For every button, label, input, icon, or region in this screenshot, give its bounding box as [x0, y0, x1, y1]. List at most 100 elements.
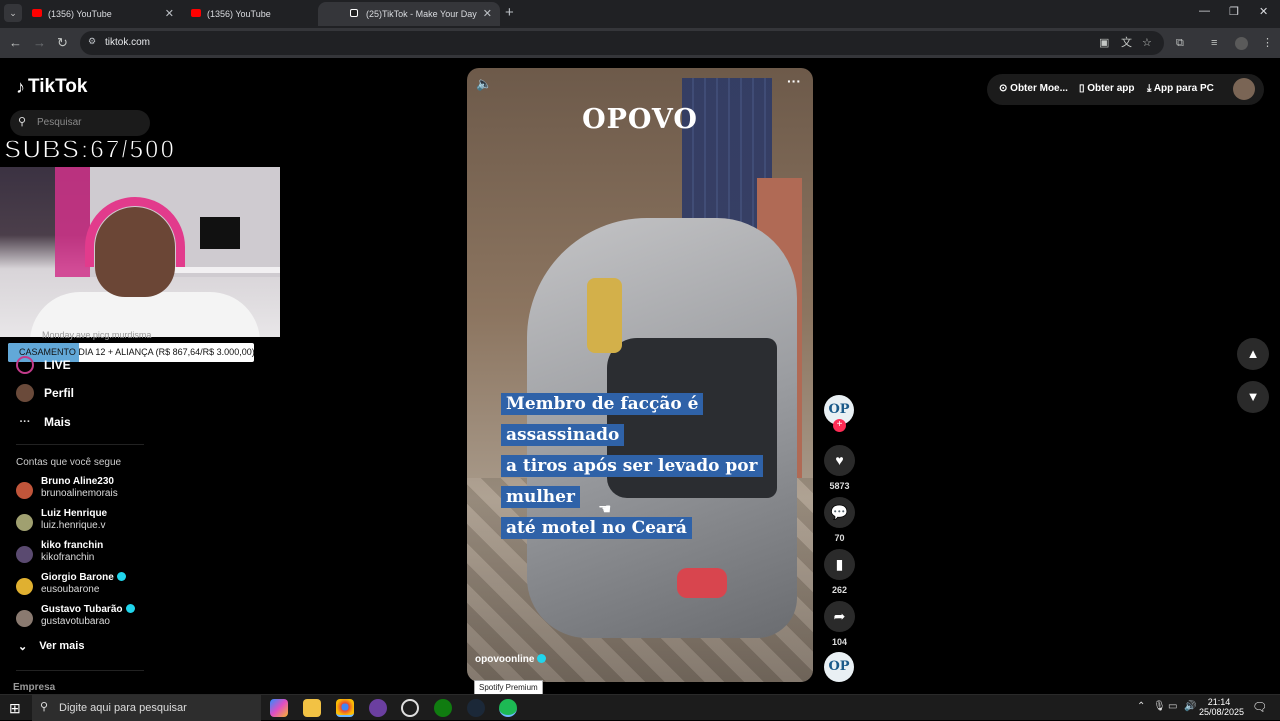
volume-icon[interactable]: 🔊 — [1184, 701, 1196, 712]
nav-label: LIVE — [44, 358, 71, 372]
bookmark-star-icon[interactable]: ☆ — [1142, 35, 1152, 51]
taskbar-clock[interactable]: 21:14 25/08/2025 — [1199, 697, 1244, 717]
site-info-icon[interactable]: ⚙ — [88, 36, 96, 47]
following-account[interactable]: Bruno Aline230 brunoalinemorais — [16, 476, 118, 500]
get-coins-button[interactable]: ⊙ Obter Moe... — [999, 83, 1068, 94]
hand-cursor-icon: ☚ — [598, 501, 612, 518]
close-icon[interactable]: ✕ — [483, 7, 492, 20]
browser-toolbar: ← → ↻ ⚙ tiktok.com ▣ 文 ☆ ⧉ ≡ ⋮ — [0, 28, 1280, 58]
close-window-icon[interactable]: ✕ — [1259, 5, 1268, 18]
translate-icon[interactable]: 文 — [1121, 35, 1132, 51]
search-placeholder: Pesquisar — [37, 117, 82, 128]
media-app-icon[interactable] — [401, 699, 419, 717]
chevron-up-icon[interactable]: ▲ — [1237, 338, 1269, 370]
obs-icon[interactable] — [369, 699, 387, 717]
headline-line: Membro de facção é assassinado — [501, 393, 704, 446]
file-explorer-icon[interactable] — [303, 699, 321, 717]
following-account[interactable]: Gustavo Tubarão gustavotubarao — [16, 604, 135, 628]
account-handle: luiz.henrique.v — [41, 520, 106, 531]
get-app-button[interactable]: ▯ Obter app — [1079, 83, 1135, 94]
verified-badge-icon — [116, 572, 126, 581]
youtube-icon — [32, 9, 42, 17]
pc-app-button[interactable]: ⤓ App para PC — [1147, 83, 1214, 94]
video-author[interactable]: opovoonline — [475, 654, 547, 665]
extensions-icon[interactable]: ⧉ — [1176, 35, 1184, 51]
steam-icon[interactable] — [467, 699, 485, 717]
windows-start-icon[interactable]: ⊞ — [9, 700, 21, 716]
account-handle: eusoubarone — [41, 584, 100, 595]
back-icon[interactable]: ← — [9, 35, 22, 51]
save-count: 262 — [831, 585, 848, 595]
notification-icon[interactable]: 🗨 — [1252, 700, 1267, 714]
headline-line: a tiros após ser levado por mulher — [501, 455, 763, 508]
like-count: 5873 — [829, 481, 850, 491]
browser-menu-icon[interactable]: ⋮ — [1262, 35, 1273, 51]
see-more-label: Ver mais — [39, 640, 85, 652]
get-coins-label: Obter Moe... — [1010, 83, 1068, 94]
following-account[interactable]: kiko franchin kikofranchin — [16, 540, 103, 564]
avatar — [16, 578, 33, 595]
comment-count: 70 — [834, 533, 845, 543]
tiktok-logo[interactable]: ♪ TikTok — [16, 76, 87, 98]
headline-line: até motel no Ceará — [501, 517, 692, 539]
reload-icon[interactable]: ↻ — [57, 35, 68, 51]
install-app-icon[interactable]: ▣ — [1099, 35, 1109, 51]
spotify-icon[interactable] — [499, 699, 517, 717]
video-player[interactable]: OPOVO Membro de facção é assassinado a t… — [467, 68, 813, 682]
company-link[interactable]: Empresa — [13, 682, 55, 693]
tiktok-page: ♪ TikTok ⚲ Pesquisar SUBS:67/500 Monday.… — [0, 58, 1280, 694]
get-app-label: Obter app — [1087, 83, 1135, 94]
taskbar-search-input[interactable]: ⚲ Digite aqui para pesquisar — [32, 695, 261, 721]
address-bar[interactable]: ⚙ tiktok.com — [80, 31, 1164, 55]
following-account[interactable]: Giorgio Barone eusoubarone — [16, 572, 126, 596]
minimize-icon[interactable]: — — [1199, 5, 1210, 17]
chrome-icon[interactable] — [336, 699, 354, 717]
following-section-title: Contas que você segue — [16, 457, 122, 468]
see-more-button[interactable]: ⌄ Ver mais — [18, 640, 84, 653]
share-icon[interactable]: ➦ — [824, 601, 855, 632]
following-account[interactable]: Luiz Henrique luiz.henrique.v — [16, 508, 107, 532]
tab-youtube-2[interactable]: (1356) YouTube ✕ — [159, 2, 341, 26]
like-heart-icon[interactable]: ♥ — [824, 445, 855, 476]
microphone-icon[interactable]: 🎙 — [1153, 701, 1166, 712]
youtube-icon — [191, 9, 201, 17]
comment-icon[interactable]: 💬 — [824, 497, 855, 528]
forward-icon[interactable]: → — [33, 35, 46, 51]
tab-tiktok[interactable]: (25)TikTok - Make Your Day ✕ — [318, 2, 500, 26]
nav-more[interactable]: ··· Mais — [16, 413, 71, 431]
profile-avatar[interactable] — [1235, 37, 1248, 50]
account-name: kiko franchin — [41, 540, 104, 551]
user-avatar[interactable] — [1233, 78, 1255, 100]
more-dots-icon: ··· — [19, 416, 31, 428]
chevron-down-icon: ⌄ — [18, 641, 28, 653]
more-options-icon[interactable]: ··· — [787, 73, 801, 89]
search-input[interactable]: ⚲ Pesquisar — [10, 110, 150, 136]
sound-disc-avatar[interactable]: OP — [824, 652, 854, 682]
tray-chevron-up-icon[interactable]: ⌃ — [1137, 701, 1145, 712]
bookmark-icon[interactable]: ▮ — [824, 549, 855, 580]
new-tab-button[interactable]: + — [505, 5, 514, 21]
nav-live[interactable]: LIVE — [16, 356, 71, 374]
account-name: Luiz Henrique — [41, 508, 108, 519]
media-control-icon[interactable]: ≡ — [1211, 35, 1217, 51]
copilot-icon[interactable] — [270, 699, 288, 717]
author-name: opovoonline — [475, 654, 535, 665]
nav-label: Mais — [44, 415, 71, 429]
tiktok-note-icon: ♪ — [16, 76, 25, 97]
volume-icon[interactable]: 🔈 — [476, 76, 492, 92]
tab-youtube-1[interactable]: (1356) YouTube ✕ — [0, 2, 182, 26]
header-actions: ⊙ Obter Moe... ▯ Obter app ⤓ App para PC — [987, 74, 1264, 105]
subs-counter-overlay: SUBS:67/500 — [3, 133, 176, 165]
search-icon: ⚲ — [18, 116, 27, 128]
nav-profile[interactable]: Perfil — [16, 384, 74, 402]
chevron-down-icon[interactable]: ▼ — [1237, 381, 1269, 413]
verified-badge-icon — [537, 654, 547, 663]
account-name: Giorgio Barone — [41, 572, 114, 583]
pc-app-label: App para PC — [1153, 83, 1214, 94]
follow-plus-icon[interactable]: + — [833, 419, 846, 432]
restore-icon[interactable]: ❐ — [1229, 5, 1239, 18]
account-handle: gustavotubarao — [41, 616, 110, 627]
browser-tab-bar: ⌄ (1356) YouTube ✕ (1356) YouTube ✕ (25)… — [0, 0, 1280, 28]
xbox-icon[interactable] — [434, 699, 452, 717]
network-icon[interactable]: ▭ — [1168, 701, 1177, 712]
